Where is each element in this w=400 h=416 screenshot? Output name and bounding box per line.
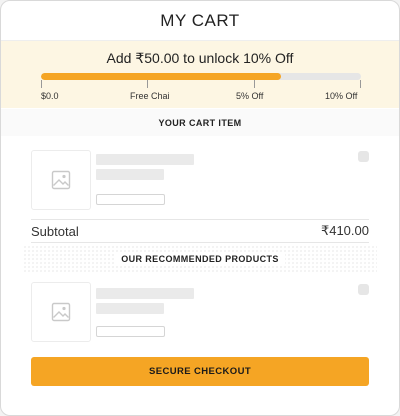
progress-tick	[360, 80, 361, 88]
milestone-label: 10% Off	[325, 91, 358, 101]
progress-tick	[147, 80, 148, 88]
cart-item[interactable]	[31, 150, 369, 210]
image-placeholder-icon	[51, 170, 71, 190]
progress-ticks	[41, 80, 361, 90]
product-price-placeholder	[96, 169, 164, 180]
variant-select-placeholder[interactable]	[96, 326, 165, 337]
milestone-label: $0.0	[41, 91, 59, 101]
offer-progress-bar	[41, 73, 361, 80]
secure-checkout-button[interactable]: SECURE CHECKOUT	[31, 357, 369, 386]
variant-select-placeholder[interactable]	[96, 194, 165, 205]
milestone-label: Free Chai	[130, 91, 170, 101]
product-name-placeholder	[96, 154, 194, 165]
subtotal-amount: ₹410.00	[320, 223, 369, 238]
product-price-placeholder	[96, 303, 164, 314]
image-placeholder-icon	[51, 302, 71, 322]
cart-panel: MY CART Add ₹50.00 to unlock 10% Off $0.…	[0, 0, 400, 416]
item-checkbox[interactable]	[358, 151, 369, 162]
subtotal-label: Subtotal	[31, 223, 79, 239]
recommended-section-title: OUR RECOMMENDED PRODUCTS	[115, 254, 285, 264]
offer-progress-fill	[41, 73, 281, 80]
recommended-item[interactable]	[31, 282, 369, 342]
progress-tick	[254, 80, 255, 88]
progress-tick	[41, 80, 42, 88]
product-thumbnail	[31, 150, 91, 210]
cart-title: MY CART	[1, 1, 399, 41]
cart-section-title: YOUR CART ITEM	[1, 109, 399, 136]
recommended-section-bar: OUR RECOMMENDED PRODUCTS	[23, 245, 377, 273]
item-checkbox[interactable]	[358, 284, 369, 295]
product-thumbnail	[31, 282, 91, 342]
product-name-placeholder	[96, 288, 194, 299]
offer-message: Add ₹50.00 to unlock 10% Off	[106, 50, 294, 66]
milestone-label: 5% Off	[236, 91, 264, 101]
subtotal-row: Subtotal ₹410.00	[31, 219, 369, 243]
